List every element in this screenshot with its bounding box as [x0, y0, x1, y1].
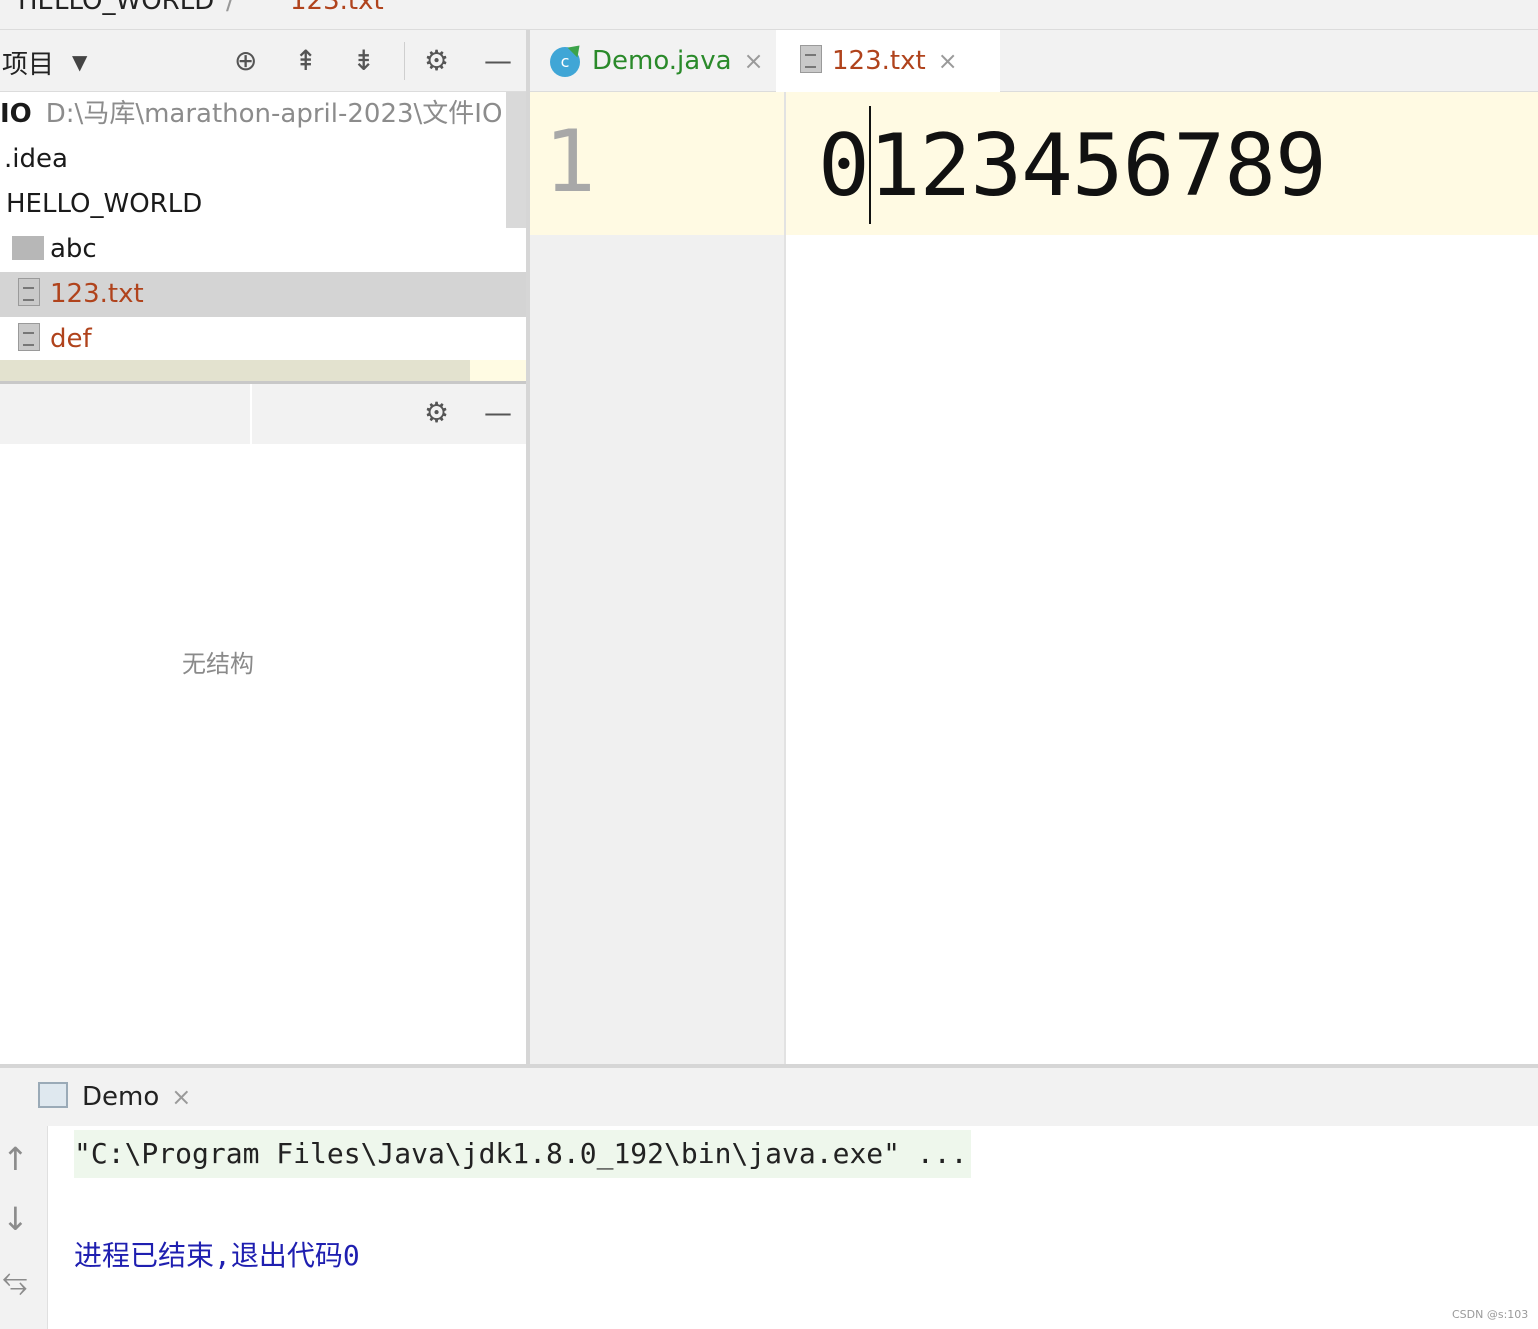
run-console-icon [38, 1082, 68, 1108]
no-structure-text: 无结构 [182, 650, 254, 678]
breadcrumb-project[interactable]: HELLO_WORLD [18, 0, 214, 16]
tree-item-def[interactable]: def [0, 317, 528, 362]
tree-item-label: 123.txt [50, 279, 144, 309]
tree-root-path: D:\马库\marathon-april-2023\文件IO [45, 99, 503, 129]
tree-item-partial[interactable] [0, 360, 470, 382]
text-caret [869, 106, 871, 224]
editor-gutter [530, 92, 785, 1064]
tree-root-name: IO [0, 99, 32, 129]
text-file-icon [18, 278, 40, 306]
tab-label: 123.txt [832, 46, 926, 76]
java-class-icon: c [550, 47, 580, 77]
arrow-up-icon[interactable]: ↑ [2, 1140, 29, 1178]
console-exit-message: 进程已结束,退出代码0 [74, 1239, 360, 1272]
run-side-toolbar: ↑ ↓ ⥃ [0, 1126, 48, 1329]
gear-icon[interactable]: ⚙ [424, 396, 449, 430]
gutter-current-line: 1 [530, 92, 785, 235]
expand-all-icon[interactable]: ⇞ [294, 44, 317, 78]
tab-demo-java[interactable]: c Demo.java × [550, 30, 764, 92]
close-icon[interactable]: × [938, 47, 958, 75]
tree-scrollbar[interactable] [506, 92, 526, 228]
tree-item-hello-world[interactable]: HELLO_WORLD [0, 182, 528, 227]
editor-tab-bar: c Demo.java × 123.txt × [530, 30, 1538, 96]
folder-icon [12, 236, 44, 260]
tree-item-label: .idea [4, 144, 68, 174]
tab-run-demo[interactable]: Demo × [4, 1068, 216, 1130]
tab-123-txt[interactable]: 123.txt × [776, 30, 1000, 96]
locate-icon[interactable]: ⊕ [234, 44, 257, 78]
text-file-icon [18, 323, 40, 351]
tree-item-label: HELLO_WORLD [6, 189, 203, 219]
tree-item-123-txt[interactable]: 123.txt [0, 272, 528, 317]
toolbar-divider [404, 42, 405, 80]
run-tab-bar: Demo × [0, 1068, 1538, 1130]
project-tree: IO D:\马库\marathon-april-2023\文件IO .idea H… [0, 92, 528, 382]
editor-text[interactable]: 0123456789 [818, 116, 1327, 216]
console-output[interactable]: "C:\Program Files\Java\jdk1.8.0_192\bin\… [48, 1126, 1538, 1329]
tree-item-abc[interactable]: abc [0, 227, 528, 272]
chevron-down-icon[interactable]: ▼ [72, 50, 87, 74]
arrow-down-icon[interactable]: ↓ [2, 1200, 29, 1238]
structure-panel: 无结构 [0, 444, 528, 1064]
header-divider [250, 384, 252, 444]
console-command-line[interactable]: "C:\Program Files\Java\jdk1.8.0_192\bin\… [74, 1130, 972, 1178]
watermark: CSDN @s:103 [1452, 1308, 1529, 1321]
tree-item-label: def [50, 324, 92, 354]
tab-label: Demo.java [592, 46, 732, 76]
close-icon[interactable]: × [171, 1083, 191, 1111]
soft-wrap-icon[interactable]: ⥃ [2, 1260, 28, 1299]
tree-item-label: abc [50, 234, 97, 264]
text-file-icon [800, 45, 822, 73]
hide-panel-icon[interactable]: — [484, 396, 512, 430]
editor-current-line[interactable]: 0123456789 [786, 92, 1538, 235]
editor-area[interactable] [786, 92, 1538, 1064]
hide-panel-icon[interactable]: — [484, 44, 512, 78]
project-panel-header: 项目 ▼ ⊕ ⇞ ⇟ ⚙ — [0, 30, 528, 92]
collapse-all-icon[interactable]: ⇟ [352, 44, 375, 78]
tree-item-idea[interactable]: .idea [0, 137, 528, 182]
tree-root[interactable]: IO D:\马库\marathon-april-2023\文件IO [0, 92, 528, 137]
tree-item-partial-highlight [470, 360, 528, 382]
breadcrumb-separator: / [226, 0, 235, 16]
close-icon[interactable]: × [744, 47, 764, 75]
breadcrumb-file[interactable]: 123.txt [290, 0, 384, 16]
line-number: 1 [544, 112, 596, 212]
breadcrumb: HELLO_WORLD / 123.txt [0, 0, 1538, 30]
gear-icon[interactable]: ⚙ [424, 44, 449, 78]
structure-panel-header: ⚙ — [0, 384, 528, 444]
project-panel-title[interactable]: 项目 [2, 44, 54, 81]
run-tab-label: Demo [82, 1082, 160, 1112]
